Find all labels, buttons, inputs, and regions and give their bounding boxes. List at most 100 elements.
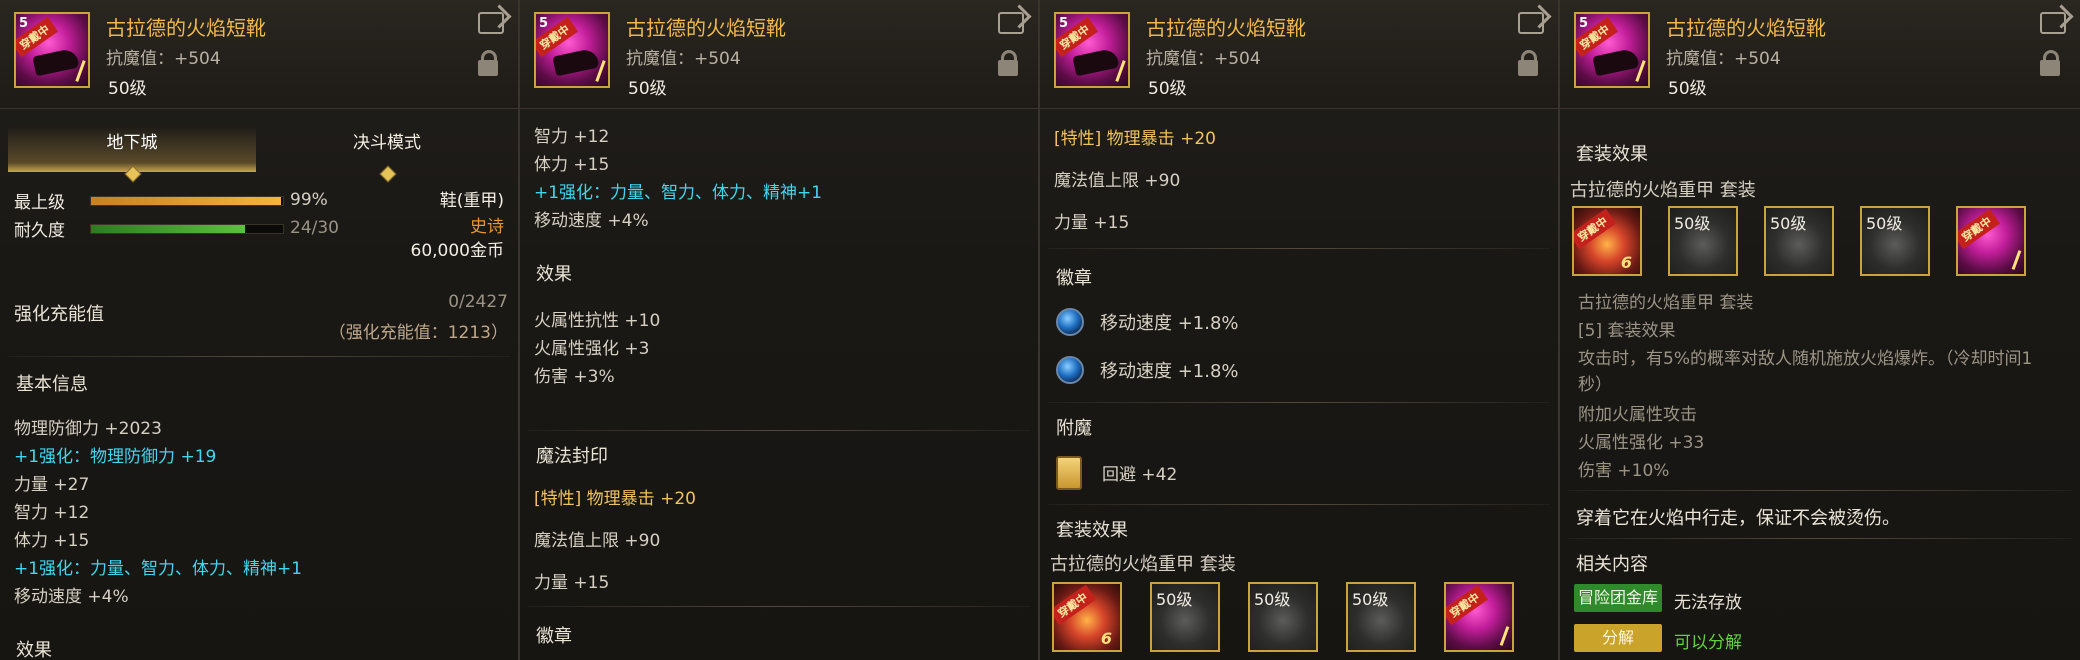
- set-piece-icon[interactable]: 50级: [1764, 206, 1834, 276]
- lock-icon[interactable]: [998, 50, 1018, 76]
- enchant-card-icon: [1056, 456, 1082, 490]
- set-bonus-label: [5] 套装效果: [1578, 321, 1676, 341]
- boots-item-icon: 5 穿戴中: [1054, 12, 1130, 88]
- tooltip-panel-4: 5 穿戴中 古拉德的火焰短靴 抗魔值：+504 50级 套装效果 古拉德的火焰重…: [1560, 0, 2080, 660]
- set-name: 古拉德的火焰重甲 套装: [1050, 554, 1236, 575]
- flavor-text: 穿着它在火焰中行走，保证不会被烫伤。: [1576, 508, 1900, 529]
- set-piece-boots-icon[interactable]: 穿戴中: [1444, 582, 1514, 652]
- item-resist: 抗魔值：+504: [106, 49, 221, 69]
- stat-line: 移动速度 +4%: [534, 211, 649, 231]
- set-piece-equipped-icon[interactable]: 穿戴中 6: [1052, 582, 1122, 652]
- item-level: 50级: [1668, 79, 1707, 99]
- boot-shape: [1592, 47, 1640, 77]
- item-number: 5: [1059, 16, 1069, 31]
- seal-str: 力量 +15: [1054, 213, 1130, 233]
- divider: [528, 606, 1030, 607]
- decompose-status: 可以分解: [1674, 633, 1742, 653]
- emblem-stat: 移动速度 +1.8%: [1100, 361, 1239, 382]
- set-fire-line: 火属性强化 +33: [1578, 433, 1705, 453]
- share-icon[interactable]: [1518, 12, 1544, 34]
- charge-label: 强化充能值: [14, 304, 104, 325]
- boots-item-icon: 5 穿戴中: [1574, 12, 1650, 88]
- panel-body: [特性] 物理暴击 +20 魔法值上限 +90 力量 +15 徽章 移动速度 +…: [1040, 108, 1558, 660]
- equipped-tag: 穿戴中: [1054, 584, 1097, 626]
- piece-number: 6: [1100, 629, 1112, 648]
- set-name-secondary: 古拉德的火焰重甲 套装: [1578, 293, 1754, 313]
- stat-line: 体力 +15: [14, 531, 90, 551]
- max-level-label: 最上级: [14, 193, 65, 213]
- related-title: 相关内容: [1576, 554, 1648, 575]
- seal-mp: 魔法值上限 +90: [1054, 171, 1181, 191]
- item-title: 古拉德的火焰短靴: [626, 16, 786, 40]
- item-resist: 抗魔值：+504: [1666, 49, 1781, 69]
- set-piece-icon[interactable]: 50级: [1346, 582, 1416, 652]
- stat-line: +1强化：力量、智力、体力、精神+1: [14, 559, 303, 579]
- share-icon[interactable]: [2040, 12, 2066, 34]
- lock-icon[interactable]: [2040, 50, 2060, 76]
- tab-duel-label: 决斗模式: [353, 133, 421, 153]
- enchant-title: 附魔: [1056, 418, 1092, 439]
- set-dmg-line: 伤害 +10%: [1578, 461, 1670, 481]
- tooltip-panel-2: 5 穿戴中 古拉德的火焰短靴 抗魔值：+504 50级 智力 +12 体力 +1…: [520, 0, 1040, 660]
- set-piece-icon[interactable]: 50级: [1248, 582, 1318, 652]
- set-piece-icon[interactable]: 50级: [1150, 582, 1220, 652]
- set-piece-icon[interactable]: 50级: [1860, 206, 1930, 276]
- set-effect-title: 套装效果: [1576, 144, 1648, 165]
- divider: [8, 356, 510, 357]
- seal-title: 魔法封印: [536, 446, 608, 467]
- boot-shape: [552, 47, 600, 77]
- emblem-title: 徽章: [1056, 268, 1092, 289]
- seal-special: [特性] 物理暴击 +20: [1054, 129, 1216, 149]
- set-effect-title: 套装效果: [1056, 520, 1128, 541]
- divider: [1048, 248, 1550, 249]
- share-icon[interactable]: [478, 12, 504, 34]
- tab-duel[interactable]: 决斗模式: [262, 126, 512, 183]
- divider: [528, 430, 1030, 431]
- tab-dungeon-label: 地下城: [106, 133, 158, 153]
- max-level-fill: [91, 197, 282, 205]
- item-title: 古拉德的火焰短靴: [1666, 16, 1826, 40]
- item-number: 5: [539, 16, 549, 31]
- set-piece-boots-icon[interactable]: 穿戴中: [1956, 206, 2026, 276]
- equipped-tag: 穿戴中: [1958, 208, 2001, 250]
- boot-shape: [32, 47, 80, 77]
- enchant-stat: 回避 +42: [1102, 465, 1178, 485]
- panel-body: 地下城 决斗模式 最上级 99% 耐久度 24/30 鞋(重甲) 史诗 60,0…: [0, 108, 518, 660]
- item-level: 50级: [108, 79, 147, 99]
- price: 60,000金币: [410, 241, 504, 261]
- tab-marker-icon: [124, 165, 142, 183]
- panel-body: 智力 +12 体力 +15 +1强化：力量、智力、体力、精神+1 移动速度 +4…: [520, 108, 1038, 660]
- tab-dungeon[interactable]: 地下城: [8, 126, 256, 183]
- item-resist: 抗魔值：+504: [1146, 49, 1261, 69]
- panel-body: 套装效果 古拉德的火焰重甲 套装 穿戴中 6 50级 50级 50级 穿戴中 古…: [1560, 108, 2080, 660]
- slash-mark: [1499, 626, 1510, 646]
- charge-detail: （强化充能值：1213）: [328, 323, 508, 343]
- effect-line: 火属性强化 +3: [534, 339, 650, 359]
- tooltip-panel-1: 5 穿戴中 古拉德的火焰短靴 抗魔值：+504 50级 地下城 决斗模式 最上级: [0, 0, 520, 660]
- set-piece-level: 50级: [1770, 214, 1807, 233]
- lock-icon[interactable]: [478, 50, 498, 76]
- decompose-button[interactable]: 分解: [1574, 624, 1662, 652]
- set-piece-equipped-icon[interactable]: 穿戴中 6: [1572, 206, 1642, 276]
- share-icon[interactable]: [998, 12, 1024, 34]
- set-desc-line1: 攻击时，有5%的概率对敌人随机施放火焰爆炸。（冷却时间1: [1578, 349, 2033, 369]
- stat-line: +1强化：物理防御力 +19: [14, 447, 217, 467]
- tooltip-panel-3: 5 穿戴中 古拉德的火焰短靴 抗魔值：+504 50级 [特性] 物理暴击 +2…: [1040, 0, 1560, 660]
- lock-icon[interactable]: [1518, 50, 1538, 76]
- emblem-stat: 移动速度 +1.8%: [1100, 313, 1239, 334]
- tab-marker-icon: [379, 165, 397, 183]
- item-number: 5: [19, 16, 29, 31]
- effect-line: 火属性抗性 +10: [534, 311, 661, 331]
- slot-type: 鞋(重甲): [439, 191, 504, 211]
- stat-line: 移动速度 +4%: [14, 587, 129, 607]
- set-piece-icon[interactable]: 50级: [1668, 206, 1738, 276]
- blue-emblem-icon: [1056, 308, 1084, 336]
- item-level: 50级: [628, 79, 667, 99]
- set-desc-line2: 秒）: [1578, 375, 1612, 395]
- rarity: 史诗: [470, 217, 504, 237]
- vault-button[interactable]: 冒险团金库: [1574, 584, 1662, 612]
- durability-fill: [91, 225, 245, 233]
- durability-value: 24/30: [290, 218, 339, 238]
- max-level-value: 99%: [290, 190, 328, 210]
- set-piece-level: 50级: [1674, 214, 1711, 233]
